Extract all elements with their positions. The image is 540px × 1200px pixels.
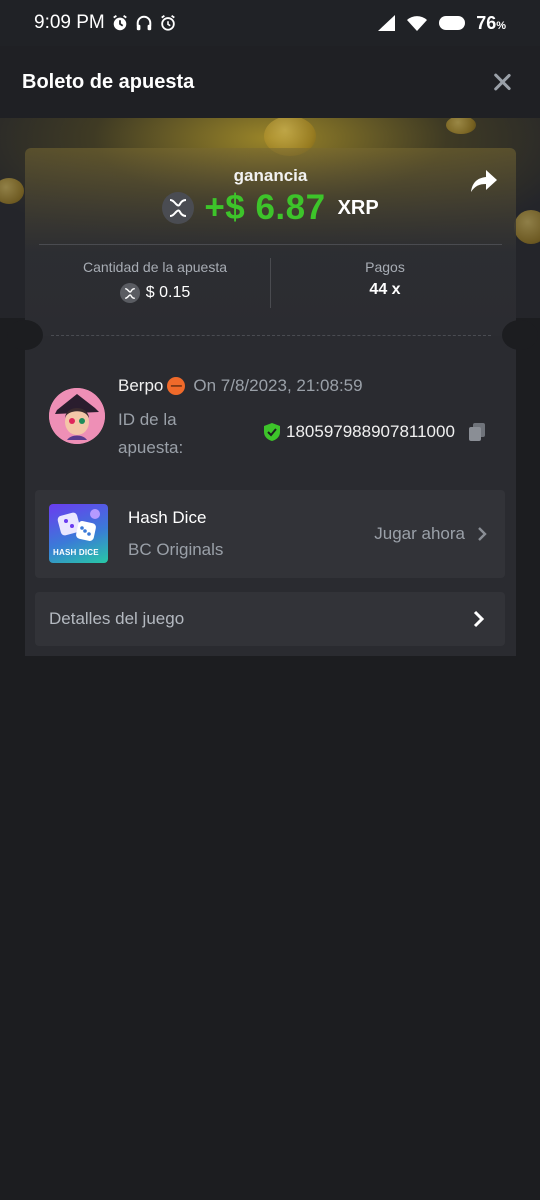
chevron-right-icon [473, 610, 485, 628]
status-bar: 9:09 PM 76% [0, 0, 540, 46]
user-line: Berpo — On 7/8/2023, 21:08:59 [118, 376, 363, 396]
ticket-notch-right [502, 320, 538, 350]
bet-id-label: ID de la apuesta: [118, 410, 184, 457]
ticket-notch-left [7, 320, 43, 350]
chevron-right-icon [478, 527, 487, 541]
share-icon[interactable] [470, 168, 498, 194]
battery-icon [439, 16, 466, 30]
stats-divider [270, 258, 271, 308]
avatar[interactable] [49, 388, 105, 444]
win-row: +$ 6.87 XRP [25, 188, 516, 228]
modal-header: Boleto de apuesta [0, 46, 540, 118]
payout-label: Pagos [365, 259, 405, 275]
verified-shield-icon [264, 423, 280, 441]
game-details-label: Detalles del juego [49, 609, 185, 628]
win-amount: +$ 6.87 [204, 188, 326, 227]
signal-icon [378, 15, 396, 31]
win-currency: XRP [337, 196, 379, 219]
username[interactable]: Berpo [118, 376, 163, 396]
angry-face-icon: — [167, 377, 186, 395]
battery-level: 76% [476, 12, 506, 33]
bet-ticket: ganancia +$ 6.87 XRP Cantidad de la apue… [7, 148, 538, 656]
bet-amount-value: $ 0.15 [145, 284, 191, 301]
game-card[interactable]: HASH DICE Hash Dice BC Originals Jugar a… [35, 490, 505, 578]
xrp-icon [162, 192, 195, 224]
play-now-button[interactable]: Jugar ahora [374, 524, 487, 544]
page-title: Boleto de apuesta [22, 70, 195, 93]
win-label: ganancia [233, 166, 308, 185]
game-provider: BC Originals [128, 540, 224, 559]
status-left: 9:09 PM [34, 12, 177, 34]
bet-date: On 7/8/2023, 21:08:59 [193, 376, 363, 395]
xrp-icon [119, 283, 140, 303]
bet-amount-stat: Cantidad de la apuesta $ 0.15 [55, 259, 255, 303]
ticket-divider [51, 335, 491, 336]
summary-divider [39, 244, 502, 245]
alarm-outline-icon [160, 15, 175, 31]
payout-stat: Pagos 44 x [285, 259, 485, 299]
coin-decoration [514, 210, 540, 244]
game-thumbnail: HASH DICE [49, 504, 108, 563]
alarm-icon [112, 15, 127, 31]
payout-value: 44 x [369, 281, 401, 298]
close-icon[interactable] [490, 70, 514, 94]
bet-amount-row: $ 0.15 [55, 283, 255, 303]
coin-decoration [0, 178, 24, 204]
play-now-label: Jugar ahora [374, 524, 465, 543]
headphones-icon [136, 15, 152, 31]
bet-id-value: 180597988907811000 [286, 422, 455, 441]
game-name: Hash Dice [128, 508, 207, 527]
bet-amount-label: Cantidad de la apuesta [83, 259, 227, 275]
game-thumbnail-label: HASH DICE [53, 548, 99, 557]
copy-icon[interactable] [467, 422, 487, 442]
status-time: 9:09 PM [34, 12, 105, 33]
bet-id-row: 180597988907811000 [262, 422, 487, 442]
wifi-icon [407, 16, 428, 31]
game-details-row[interactable]: Detalles del juego [35, 592, 505, 646]
coin-decoration [446, 118, 476, 134]
status-right: 76% [376, 13, 506, 34]
